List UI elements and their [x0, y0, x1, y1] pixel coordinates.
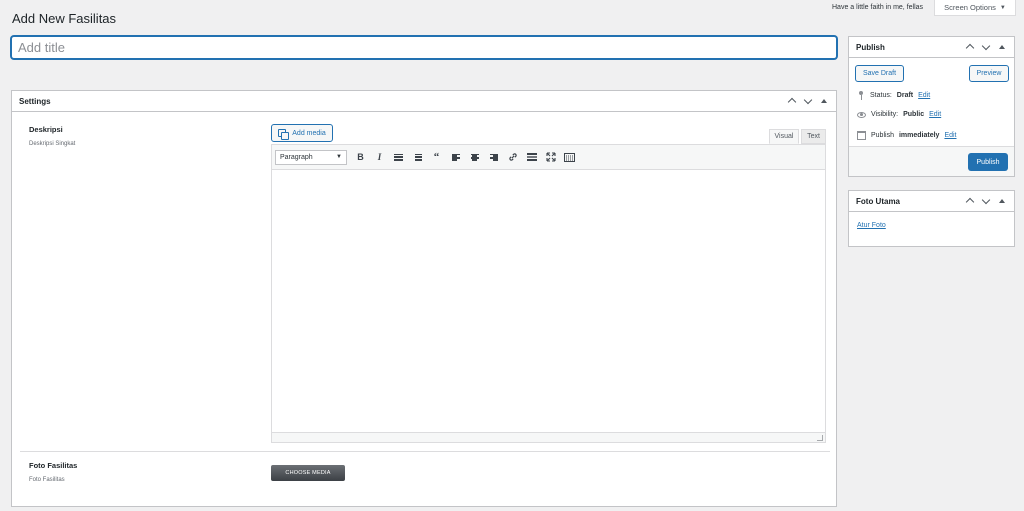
schedule-value: immediately — [898, 132, 940, 139]
move-down-icon[interactable] — [981, 42, 991, 52]
move-up-icon[interactable] — [965, 196, 975, 206]
read-more-icon[interactable] — [522, 148, 541, 166]
save-draft-button[interactable]: Save Draft — [855, 65, 904, 82]
page-title: Add New Fasilitas — [12, 11, 117, 26]
align-right-icon[interactable] — [484, 148, 503, 166]
toggle-panel-icon[interactable] — [819, 96, 829, 106]
preview-button[interactable]: Preview — [969, 65, 1009, 82]
featured-image-title: Foto Utama — [856, 196, 900, 206]
move-down-icon[interactable] — [981, 196, 991, 206]
featured-image-metabox: Foto Utama Atur Foto — [848, 190, 1015, 247]
eye-icon — [857, 111, 866, 118]
fullscreen-icon[interactable] — [541, 148, 560, 166]
choose-media-button[interactable]: CHOOSE MEDIA — [271, 465, 345, 481]
italic-icon[interactable]: I — [370, 148, 389, 166]
visibility-row: Visibility: Public Edit — [857, 111, 941, 118]
publish-header: Publish — [849, 37, 1014, 58]
visibility-label: Visibility: — [871, 111, 899, 118]
align-left-icon[interactable] — [446, 148, 465, 166]
format-select[interactable]: Paragraph ▼ — [275, 149, 347, 165]
top-hint-text: Have a little faith in me, fellas — [832, 4, 924, 11]
settings-metabox: Settings Deskripsi Deskripsi Singkat Add… — [11, 90, 837, 507]
calendar-icon — [857, 131, 866, 140]
edit-visibility-link[interactable]: Edit — [929, 111, 941, 118]
tab-visual[interactable]: Visual — [769, 129, 799, 144]
blockquote-icon[interactable]: “ — [427, 148, 446, 166]
deskripsi-description: Deskripsi Singkat — [29, 141, 76, 147]
editor-container: Paragraph ▼ B I “ — [271, 144, 826, 443]
select-caret-icon: ▼ — [336, 154, 342, 160]
bold-icon[interactable]: B — [351, 148, 370, 166]
editor-toolbar: Paragraph ▼ B I “ — [272, 145, 825, 170]
bulleted-list-icon[interactable] — [389, 148, 408, 166]
edit-schedule-link[interactable]: Edit — [944, 132, 956, 139]
tab-text[interactable]: Text — [801, 129, 826, 144]
publish-footer: Publish — [849, 146, 1014, 176]
link-icon[interactable] — [503, 148, 522, 166]
publish-metabox: Publish Save Draft Preview Status: Draft E… — [848, 36, 1015, 177]
settings-title: Settings — [19, 96, 51, 106]
screen-options-button[interactable]: Screen Options ▼ — [934, 0, 1016, 16]
caret-down-icon: ▼ — [999, 4, 1006, 11]
pin-icon — [857, 91, 865, 100]
publish-button[interactable]: Publish — [968, 153, 1008, 171]
screen-options-label: Screen Options — [944, 3, 996, 12]
status-value: Draft — [896, 92, 914, 99]
add-media-icon — [278, 128, 290, 140]
schedule-row: Publish immediately Edit — [857, 131, 957, 140]
visibility-value: Public — [903, 111, 925, 118]
set-featured-image-link[interactable]: Atur Foto — [857, 222, 886, 229]
move-up-icon[interactable] — [787, 96, 797, 106]
add-media-button[interactable]: Add media — [271, 124, 333, 142]
edit-status-link[interactable]: Edit — [918, 92, 930, 99]
resize-handle-icon[interactable] — [817, 435, 823, 441]
align-center-icon[interactable] — [465, 148, 484, 166]
move-down-icon[interactable] — [803, 96, 813, 106]
settings-header: Settings — [12, 91, 836, 112]
editor-statusbar — [272, 432, 825, 442]
status-label: Status: — [870, 92, 892, 99]
editor-content-area[interactable] — [272, 170, 825, 432]
numbered-list-icon[interactable] — [408, 148, 427, 166]
publish-title: Publish — [856, 42, 885, 52]
move-up-icon[interactable] — [965, 42, 975, 52]
toolbar-toggle-icon[interactable] — [560, 148, 579, 166]
featured-image-header: Foto Utama — [849, 191, 1014, 212]
deskripsi-label: Deskripsi — [29, 125, 63, 134]
foto-fasilitas-label: Foto Fasilitas — [29, 461, 78, 470]
add-media-label: Add media — [292, 129, 326, 137]
format-select-value: Paragraph — [280, 153, 313, 161]
post-title-input[interactable] — [11, 36, 837, 59]
toggle-panel-icon[interactable] — [997, 42, 1007, 52]
toggle-panel-icon[interactable] — [997, 196, 1007, 206]
foto-fasilitas-description: Foto Fasilitas — [29, 477, 65, 483]
status-row: Status: Draft Edit — [857, 91, 930, 100]
schedule-label: Publish — [871, 132, 894, 139]
field-separator — [20, 451, 830, 452]
